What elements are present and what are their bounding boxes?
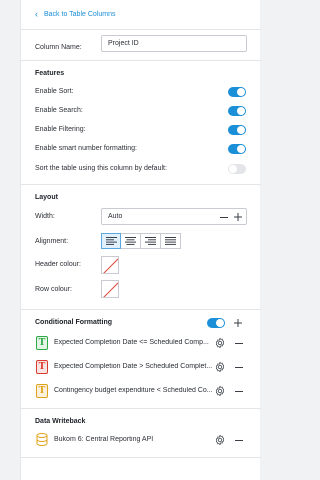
header-colour-swatch[interactable] [101, 256, 119, 274]
width-value: Auto [108, 213, 123, 220]
row-colour-row: Row colour: [35, 286, 72, 293]
enable-sort-toggle[interactable] [228, 87, 246, 97]
feature-label: Enable smart number formatting: [35, 145, 137, 152]
align-center-icon [125, 237, 136, 245]
conditional-formatting-toggle[interactable] [207, 318, 225, 328]
add-rule-button[interactable] [233, 318, 243, 328]
align-center-button[interactable] [121, 233, 141, 249]
column-name-row: Column Name: [35, 39, 82, 56]
back-link-label: Back to Table Columns [44, 11, 116, 18]
width-row: Width: [35, 213, 55, 220]
column-name-label: Column Name: [35, 44, 82, 51]
width-decrement-button[interactable] [220, 217, 228, 218]
align-right-icon [145, 237, 156, 245]
database-icon [36, 433, 48, 446]
divider [21, 29, 261, 30]
align-right-button[interactable] [141, 233, 161, 249]
enable-filtering-toggle[interactable] [228, 125, 246, 135]
align-left-icon [105, 237, 117, 245]
text-format-icon: T [36, 384, 48, 398]
back-to-table-columns-link[interactable]: ‹ Back to Table Columns [35, 10, 115, 19]
gear-icon[interactable] [214, 337, 226, 349]
divider [21, 184, 261, 185]
writeback-item-text: Bukom 6: Central Reporting API [54, 436, 154, 443]
feature-label: Sort the table using this column by defa… [35, 165, 167, 172]
divider [21, 309, 261, 310]
rule-text: Expected Completion Date <= Scheduled Co… [54, 339, 209, 346]
column-settings-panel: ‹ Back to Table Columns Column Name: Pro… [20, 0, 261, 480]
divider [21, 408, 261, 409]
remove-rule-button[interactable] [235, 343, 243, 344]
feature-row-smart-number: Enable smart number formatting: [35, 145, 137, 152]
gear-icon[interactable] [214, 361, 226, 373]
alignment-group [101, 233, 181, 249]
chevron-left-icon: ‹ [35, 9, 38, 19]
no-colour-icon [103, 282, 118, 297]
feature-row-default-sort: Sort the table using this column by defa… [35, 165, 167, 172]
rule-text: Contingency budget expenditure < Schedul… [54, 387, 212, 394]
header-colour-row: Header colour: [35, 261, 81, 268]
header-colour-label: Header colour: [35, 261, 81, 268]
feature-row-search: Enable Search: [35, 107, 83, 114]
alignment-label: Alignment: [35, 238, 69, 245]
row-colour-label: Row colour: [35, 286, 72, 293]
feature-label: Enable Filtering: [35, 126, 86, 133]
feature-row-filtering: Enable Filtering: [35, 126, 86, 133]
align-justify-button[interactable] [161, 233, 181, 249]
enable-smart-number-toggle[interactable] [228, 144, 246, 154]
features-title: Features [35, 70, 65, 77]
align-justify-icon [165, 237, 176, 245]
alignment-row: Alignment: [35, 238, 68, 245]
row-colour-swatch[interactable] [101, 280, 119, 298]
width-increment-button[interactable] [233, 212, 243, 222]
remove-rule-button[interactable] [235, 391, 243, 392]
column-name-value: Project ID [108, 40, 139, 47]
divider [21, 60, 261, 61]
default-sort-toggle[interactable] [228, 164, 246, 174]
layout-title: Layout [35, 194, 58, 201]
column-name-input[interactable]: Project ID [101, 35, 247, 52]
feature-row-sort: Enable Sort: [35, 88, 74, 95]
align-left-button[interactable] [101, 233, 121, 249]
no-colour-icon [103, 258, 118, 273]
remove-writeback-button[interactable] [235, 440, 243, 441]
text-format-icon: T [36, 360, 48, 374]
feature-label: Enable Sort: [35, 88, 74, 95]
width-label: Width: [35, 213, 55, 220]
text-format-icon: T [36, 336, 48, 350]
enable-search-toggle[interactable] [228, 106, 246, 116]
remove-rule-button[interactable] [235, 367, 243, 368]
gear-icon[interactable] [214, 434, 226, 446]
gear-icon[interactable] [214, 385, 226, 397]
data-writeback-title: Data Writeback [35, 418, 86, 425]
divider [21, 457, 261, 458]
conditional-formatting-title: Conditional Formatting [35, 319, 112, 326]
rule-text: Expected Completion Date > Scheduled Com… [54, 363, 212, 370]
feature-label: Enable Search: [35, 107, 83, 114]
